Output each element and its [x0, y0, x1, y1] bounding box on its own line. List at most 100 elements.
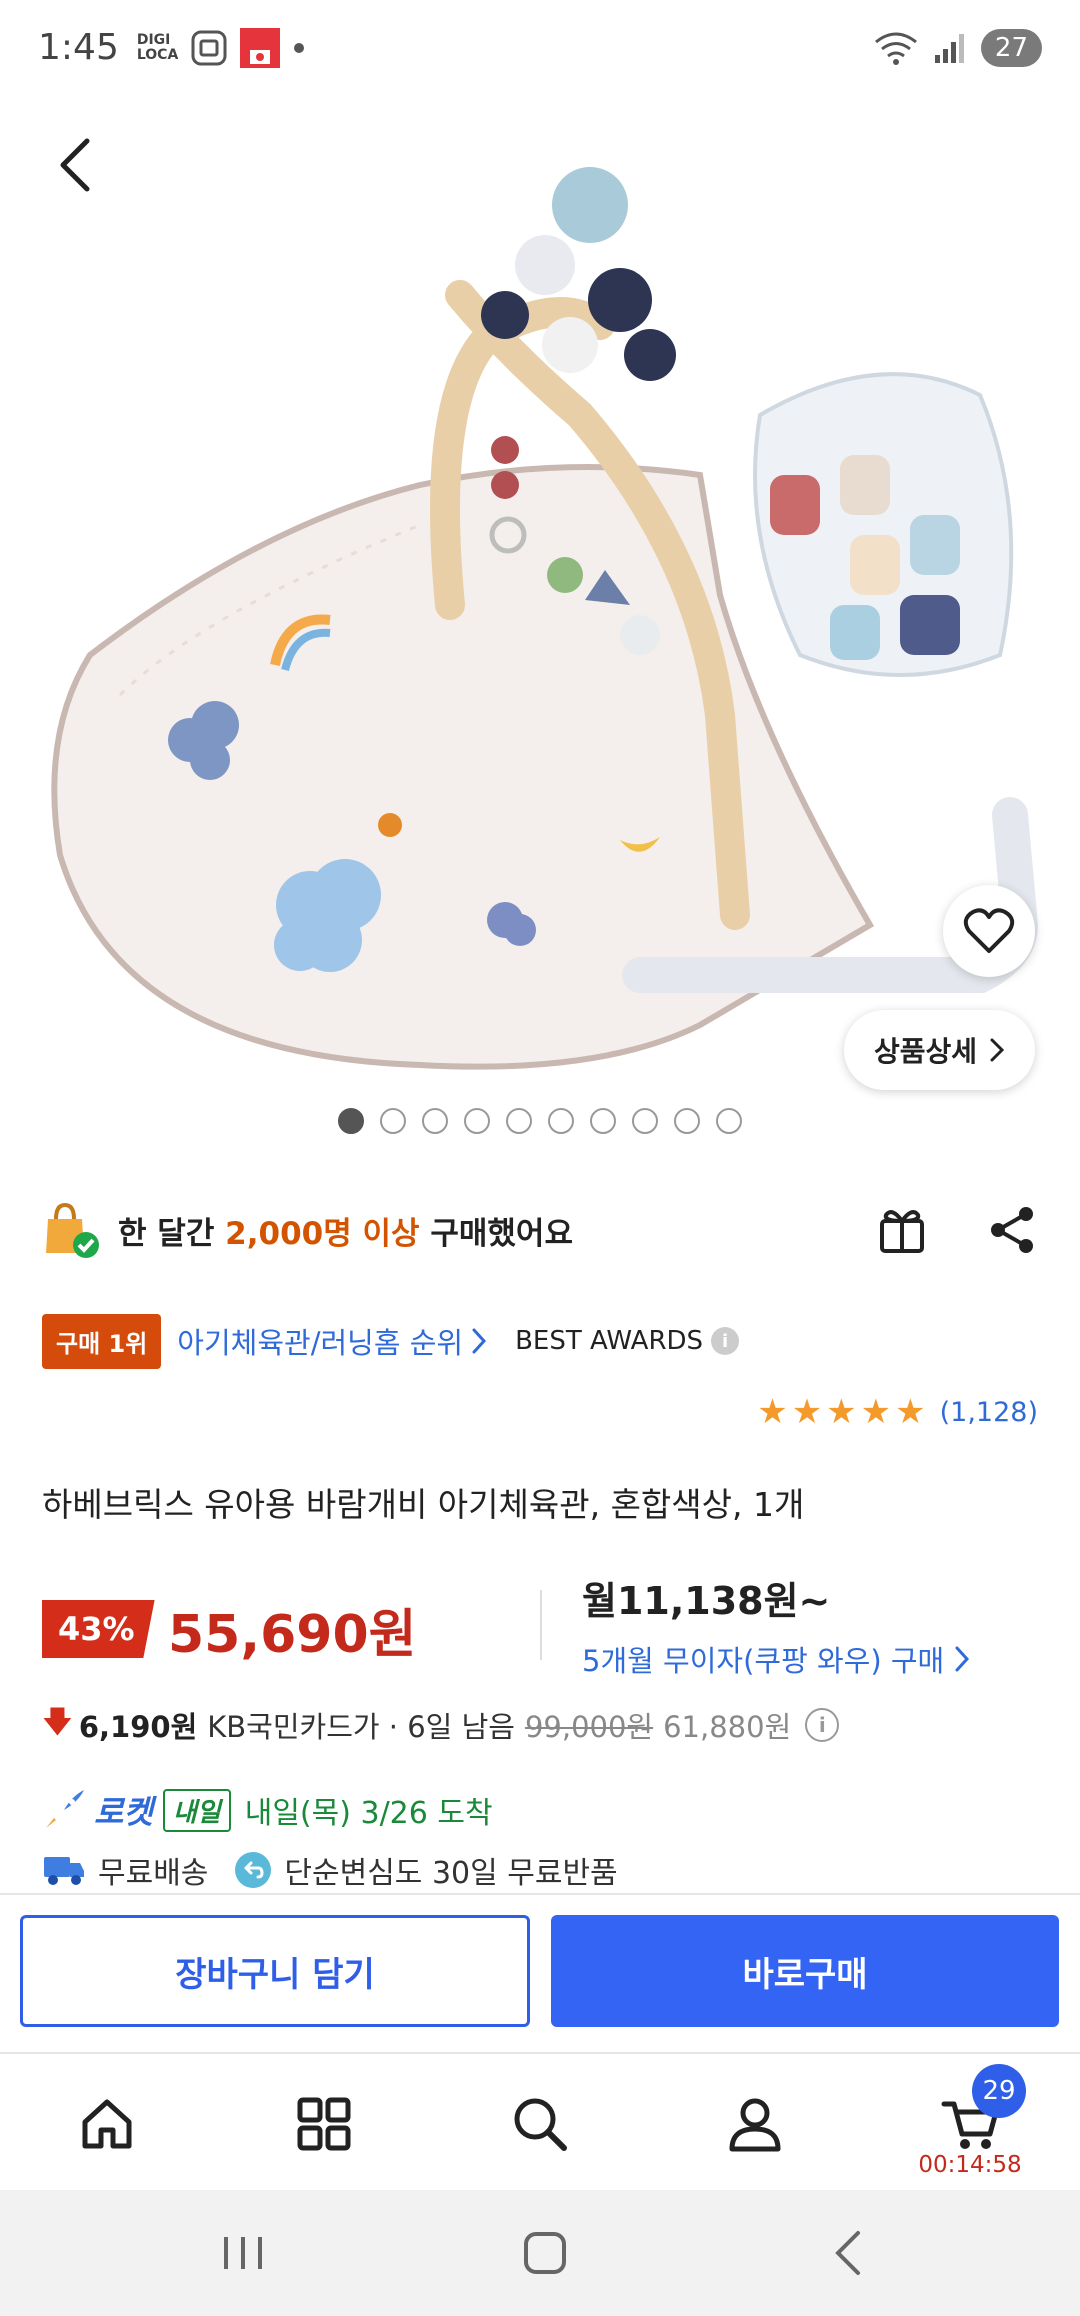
- return-icon: [235, 1852, 272, 1888]
- nav-search[interactable]: [500, 2084, 580, 2164]
- nav-home[interactable]: [67, 2084, 147, 2164]
- rocket-delivery-row: 로켓 내일 내일(목) 3/26 도착: [42, 1785, 1038, 1835]
- best-awards-label: BEST AWARDS: [515, 1326, 704, 1356]
- wifi-icon: [874, 32, 917, 65]
- card-discount-amount: 6,190원: [78, 1710, 198, 1744]
- card-final-price: 61,880원: [663, 1710, 792, 1744]
- nav-categories[interactable]: [284, 2084, 364, 2164]
- digi-loca-icon: DIGI LOCA: [136, 31, 179, 63]
- rank-row: 구매 1위 아기체육관/러닝홈 순위 BEST AWARDS i: [42, 1313, 1038, 1369]
- carousel-dot: [716, 1108, 742, 1134]
- chevron-right-icon: [472, 1328, 487, 1354]
- carousel-dot: [590, 1108, 616, 1134]
- star-icon: ★: [791, 1392, 823, 1432]
- back-system-button[interactable]: [808, 2218, 888, 2288]
- free-return: 단순변심도 30일 무료반품: [234, 1848, 618, 1892]
- back-chevron-icon: [835, 2231, 860, 2275]
- carousel-dot: [506, 1108, 532, 1134]
- installment-link[interactable]: 5개월 무이자(쿠팡 와우) 구매: [582, 1638, 970, 1680]
- purchase-action-bar: 장바구니 담기 바로구매: [0, 1893, 1080, 2053]
- price-block: 43% 55,690원 월11,138원~ 5개월 무이자(쿠팡 와우) 구매: [42, 1570, 1038, 1700]
- grid-icon: [297, 2097, 351, 2151]
- carousel-dot: [380, 1108, 406, 1134]
- category-rank-label: 아기체육관/러닝홈 순위: [177, 1326, 464, 1360]
- status-time: 1:45: [38, 27, 119, 68]
- nav-my-account[interactable]: [715, 2084, 795, 2164]
- recent-apps-button[interactable]: [203, 2218, 283, 2288]
- product-title: 하베브릭스 유아용 바람개비 아기체육관, 혼합색상, 1개: [42, 1485, 805, 1524]
- screenshot-icon: [191, 30, 227, 65]
- free-return-label: 단순변심도 30일 무료반품: [284, 1856, 618, 1891]
- battery-indicator: 27: [980, 28, 1042, 67]
- down-arrow-icon: 🡇: [42, 1704, 73, 1740]
- chevron-right-icon: [955, 1646, 970, 1672]
- back-button[interactable]: [40, 130, 110, 200]
- cart-timer: 00:14:58: [918, 2152, 1022, 2178]
- price-divider: [540, 1590, 542, 1660]
- arrival-date: 내일(목) 3/26 도착: [244, 1796, 493, 1831]
- buy-now-button[interactable]: 바로구매: [551, 1915, 1059, 2027]
- product-image-carousel[interactable]: 상품상세: [0, 95, 1080, 1115]
- carousel-dot: [464, 1108, 490, 1134]
- rank-badge: 구매 1위: [42, 1313, 162, 1369]
- product-actions: [876, 1203, 1038, 1257]
- category-rank-link[interactable]: 아기체육관/러닝홈 순위: [177, 1320, 487, 1362]
- star-icon: ★: [895, 1392, 926, 1432]
- purchase-count-prefix: 한 달간: [118, 1215, 226, 1252]
- shopping-bag-check-icon: [46, 1202, 99, 1258]
- chevron-right-icon: [990, 1038, 1005, 1062]
- status-bar: 1:45 DIGI LOCA 27: [0, 0, 1080, 95]
- bottom-navigation: 29 00:14:58: [0, 2052, 1080, 2190]
- installment-label: 5개월 무이자(쿠팡 와우) 구매: [582, 1644, 945, 1678]
- status-right-icons: 27: [873, 28, 1042, 67]
- recent-apps-icon: [224, 2237, 262, 2269]
- system-navigation-bar: [0, 2190, 1080, 2316]
- home-system-button[interactable]: [505, 2218, 585, 2288]
- rating[interactable]: ★ ★ ★ ★ ★ (1,128): [757, 1395, 1038, 1429]
- carousel-indicator: [0, 1108, 1080, 1134]
- purchase-count-highlight: 2,000명 이상: [225, 1215, 420, 1252]
- rocket-label: 로켓: [94, 1793, 153, 1831]
- monthly-price: 월11,138원~: [582, 1579, 831, 1623]
- home-square-icon: [524, 2232, 566, 2274]
- back-arrow-icon: [60, 138, 90, 192]
- card-discount-row: 🡇 6,190원 KB국민카드가 · 6일 남음 99,000원 61,880원…: [42, 1700, 1038, 1750]
- original-price: 99,000원: [524, 1710, 654, 1744]
- star-icon: ★: [757, 1392, 788, 1432]
- product-detail-button[interactable]: 상품상세: [843, 1010, 1035, 1090]
- carousel-dot: [674, 1108, 700, 1134]
- info-icon: i: [711, 1327, 740, 1355]
- carousel-dot: [422, 1108, 448, 1134]
- info-icon[interactable]: i: [805, 1708, 840, 1742]
- digi-bottom-label: LOCA: [136, 46, 179, 63]
- status-notification-icons: DIGI LOCA: [136, 27, 306, 68]
- search-icon: [514, 2098, 567, 2151]
- add-to-cart-button[interactable]: 장바구니 담기: [20, 1915, 530, 2027]
- more-notifications-dot-icon: [294, 42, 305, 53]
- truck-icon: [44, 1857, 84, 1885]
- star-icon: ★: [826, 1392, 857, 1432]
- rocket-tomorrow-tag: 내일: [162, 1788, 231, 1832]
- purchase-count-row: 한 달간 2,000명 이상 구매했어요: [42, 1195, 1038, 1265]
- review-count: (1,128): [939, 1396, 1038, 1428]
- card-discount-text: KB국민카드가 · 6일 남음: [207, 1710, 515, 1744]
- carousel-dot: [632, 1108, 658, 1134]
- product-detail-label: 상품상세: [873, 1035, 977, 1068]
- share-icon[interactable]: [986, 1204, 1038, 1256]
- purchase-count-suffix: 구매했어요: [419, 1215, 573, 1252]
- rocket-icon: [46, 1790, 84, 1828]
- star-rating: ★ ★ ★ ★ ★: [757, 1395, 925, 1429]
- gift-icon[interactable]: [876, 1203, 930, 1257]
- discount-badge: 43%: [42, 1600, 155, 1658]
- heart-icon: [963, 908, 1015, 953]
- shipping-row: 무료배송 단순변심도 30일 무료반품: [42, 1845, 1038, 1895]
- digi-top-label: DIGI: [136, 31, 171, 48]
- cart-count-badge: 29: [972, 2064, 1026, 2118]
- carousel-dot: [338, 1108, 364, 1134]
- wishlist-button[interactable]: [943, 885, 1035, 977]
- purchase-count-text: 한 달간 2,000명 이상 구매했어요: [118, 1208, 573, 1253]
- star-icon: ★: [860, 1392, 892, 1432]
- best-awards[interactable]: BEST AWARDS i: [515, 1326, 740, 1356]
- free-shipping-label: 무료배송: [98, 1856, 209, 1891]
- sale-price: 55,690원: [168, 1605, 417, 1665]
